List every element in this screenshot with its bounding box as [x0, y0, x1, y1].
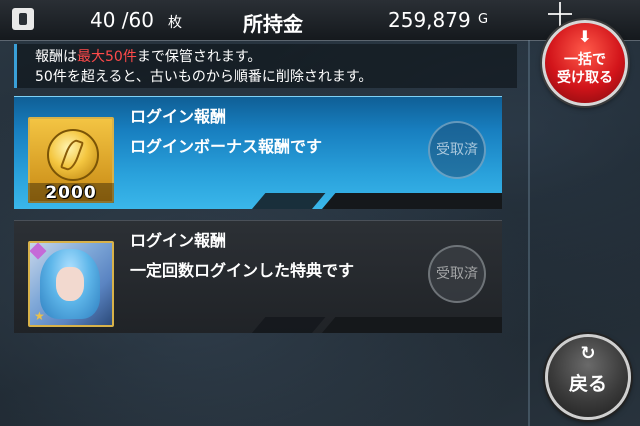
character-portrait: ★	[28, 241, 114, 327]
received-badge: 受取済	[428, 121, 486, 179]
coin-graphic	[47, 129, 99, 181]
gem-icon	[29, 242, 47, 260]
notice-text: 報酬は	[35, 49, 77, 65]
claim-all-label-1: 一括で	[564, 52, 606, 68]
card-decoration	[322, 193, 502, 209]
money-label: 所持金	[243, 12, 303, 36]
back-label: 戻る	[568, 373, 607, 395]
reward-item[interactable]: ★ ログイン報酬 一定回数ログインした特典です 受取済	[14, 220, 502, 333]
notice-line-1: 報酬は最大50件まで保管されます。	[35, 46, 261, 66]
notice-highlight: 最大50件	[77, 49, 137, 65]
card-decoration	[252, 317, 326, 333]
divider	[528, 40, 530, 426]
download-arrow-icon: ⬇	[578, 27, 592, 46]
gold-coin-icon: 2000	[28, 117, 114, 203]
reward-amount: 2000	[28, 183, 114, 203]
top-bar: 40 /60 枚 所持金 259,879 G	[0, 0, 640, 41]
back-button[interactable]: ↻ 戻る	[545, 334, 631, 420]
reward-title: ログイン報酬	[130, 107, 227, 126]
notice-line-2: 50件を超えると、古いものから順番に削除されます。	[35, 69, 373, 85]
money-unit: G	[478, 12, 489, 27]
return-arrow-icon: ↻	[580, 343, 596, 364]
card-decoration	[252, 193, 326, 209]
notice-text: まで保管されます。	[136, 49, 262, 65]
claim-all-button[interactable]: ⬇ 一括で 受け取る	[542, 20, 628, 106]
card-decoration	[322, 317, 502, 333]
present-count-unit: 枚	[168, 15, 182, 31]
received-badge: 受取済	[428, 245, 486, 303]
star-icon: ★	[34, 309, 45, 323]
reward-description: 一定回数ログインした特典です	[130, 261, 355, 280]
reward-description: ログインボーナス報酬です	[130, 137, 323, 156]
money-value: 259,879	[388, 8, 471, 32]
present-count: 40 /60	[90, 8, 154, 32]
claim-all-label-2: 受け取る	[557, 70, 613, 86]
reward-item[interactable]: 2000 ログイン報酬 ログインボーナス報酬です 受取済	[14, 96, 502, 209]
menu-icon[interactable]	[12, 8, 34, 30]
portrait-face	[56, 267, 84, 301]
notice-box: 報酬は最大50件まで保管されます。 50件を超えると、古いものから順番に削除され…	[14, 44, 517, 88]
reward-title: ログイン報酬	[130, 231, 227, 250]
